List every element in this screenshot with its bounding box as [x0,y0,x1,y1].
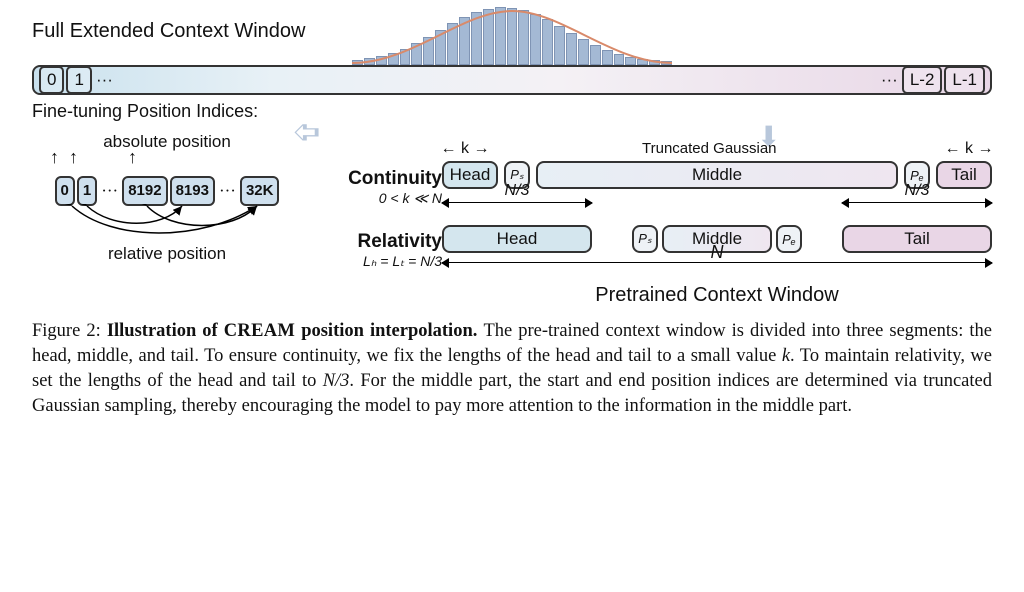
idx-cell-32k: 32K [240,176,280,206]
ellipsis-left: ··· [94,68,115,92]
histogram-bar [483,9,494,65]
figure-2-diagram: Full Extended Context Window 0 1 ··· ···… [32,20,992,307]
index-cell-L-1: L-1 [944,66,985,94]
idx-cell-0: 0 [55,176,75,206]
histogram-bar [435,30,446,65]
histogram-bar [459,17,470,65]
relativity-title: Relativity [358,231,442,253]
histogram-bar [554,26,565,65]
idx-dots: ··· [99,181,120,201]
n-label: N [442,242,992,263]
up-arrow-icon: ↑ [69,152,78,162]
histogram-bar [411,43,422,65]
continuity-title: Continuity [348,168,442,190]
histogram-bar [530,14,541,65]
index-cell-L-2: L-2 [902,66,943,94]
histogram-bar [590,45,601,65]
fine-tuning-label: Fine-tuning Position Indices: [32,101,992,122]
index-cell-1: 1 [66,66,91,94]
principle-continuity: Continuity 0 < k ≪ N [348,168,442,207]
n-over-3-right: N/3 [842,182,992,200]
histogram-bar [423,37,434,65]
position-indices-panel: absolute position ↑ ↑ ↑ 0 1 ··· 8192 819… [32,130,302,307]
histogram-bar [566,33,577,65]
segments-panel: ⬇ ← k → Truncated Gaussian ← k → Head Pₛ… [442,130,992,307]
ellipsis-right: ··· [879,68,900,92]
figure-caption: Figure 2: Illustration of CREAM position… [32,319,992,419]
n-over-3-left: N/3 [442,182,592,200]
left-arrow-icon: ➪ [292,112,321,152]
relative-position-label: relative position [32,244,302,264]
histogram-bar [364,58,375,65]
k-brace-right: ← k → [944,140,994,158]
histogram-bar [400,49,411,65]
up-arrow-icon: ↑ [50,152,59,162]
idx-dots: ··· [217,181,238,201]
idx-cell-8192: 8192 [122,176,167,206]
histogram-bar [542,19,553,65]
histogram-bar [614,54,625,65]
histogram-bar [578,39,589,65]
up-arrows: ↑ ↑ ↑ [50,152,302,162]
index-cell-0: 0 [39,66,64,94]
histogram-bar [447,23,458,65]
histogram-bar [388,53,399,65]
histogram-bar [471,12,482,65]
pretrained-context-window-label: Pretrained Context Window [442,284,992,307]
full-context-window-bar: 0 1 ··· ··· L-2 L-1 [32,47,992,99]
k-brace-left: ← k → [440,140,490,158]
histogram-bar [625,57,636,65]
figure-number: Figure 2: [32,321,101,341]
histogram-bar [518,10,529,65]
histogram-bar [507,8,518,65]
up-arrow-icon: ↑ [128,152,137,162]
idx-cell-8193: 8193 [170,176,215,206]
gaussian-histogram [352,7,672,65]
relative-position-arcs-icon [52,204,282,244]
truncated-gaussian-label: Truncated Gaussian [642,140,777,157]
principles-panel: Continuity 0 < k ≪ N Relativity Lₕ = Lₜ … [302,130,442,307]
histogram-bar [602,50,613,65]
principle-relativity: Relativity Lₕ = Lₜ = N/3 [358,231,442,270]
continuity-cond: 0 < k ≪ N [348,190,442,207]
idx-cell-1: 1 [77,176,97,206]
relativity-cond: Lₕ = Lₜ = N/3 [358,253,442,270]
histogram-bar [376,56,387,65]
histogram-bar [495,7,506,65]
position-index-row: 0 1 ··· 8192 8193 ··· 32K [32,176,302,206]
